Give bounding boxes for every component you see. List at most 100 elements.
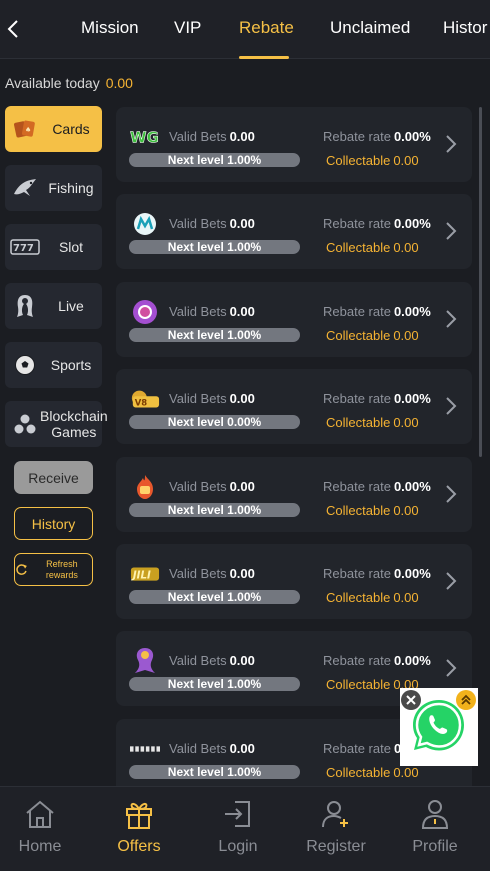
rebate-card[interactable]: Valid Bets 0.00 Next level 1.00% Rebate rat… [116, 194, 472, 269]
sidebar-item-cards[interactable]: ♠ Cards [5, 106, 102, 152]
valid-bets-label: Valid Bets [169, 304, 227, 319]
nav-login[interactable]: Login [189, 787, 287, 871]
close-whatsapp-button[interactable] [401, 690, 421, 710]
receive-button[interactable]: Receive [14, 461, 93, 494]
available-value: 0.00 [105, 75, 133, 91]
next-level-text: Next level 1.00% [167, 503, 262, 517]
rebate-rate-label: Rebate rate [323, 391, 391, 406]
sidebar-item-blockchain[interactable]: Blockchain Games [5, 401, 108, 447]
nav-label: Home [18, 838, 62, 855]
chevron-right-icon[interactable] [444, 220, 458, 242]
valid-bets-value: 0.00 [229, 741, 255, 756]
collectable-label: Collectable [326, 590, 391, 605]
top-tab-bar: Mission VIP Rebate Unclaimed Histor [0, 0, 490, 59]
valid-bets-value: 0.00 [229, 566, 255, 581]
sidebar-item-slot[interactable]: 777 Slot [5, 224, 102, 270]
rebate-rate-value: 0.00% [393, 391, 431, 406]
nav-label: Profile [412, 838, 458, 855]
valid-bets-label: Valid Bets [169, 566, 227, 581]
tab-unclaimed[interactable]: Unclaimed [330, 18, 410, 38]
collectable-label: Collectable [326, 328, 391, 343]
rebate-card[interactable]: WG Valid Bets 0.00 Next level 1.00% Rebate r… [116, 107, 472, 182]
rebate-card[interactable]: JILI Valid Bets 0.00 Next level 1.00% Rebate… [116, 544, 472, 619]
v8-logo-icon: V8 [130, 386, 160, 412]
rebate-rate-value: 0.00% [393, 653, 431, 668]
scrollbar[interactable] [479, 107, 482, 457]
chevron-right-icon[interactable] [444, 483, 458, 505]
chevron-right-icon[interactable] [444, 395, 458, 417]
chevron-right-icon[interactable] [444, 570, 458, 592]
jili-logo-icon: JILI [130, 561, 160, 587]
rebate-rate: Rebate rate0.00% [323, 566, 431, 581]
available-label: Available today [5, 75, 100, 91]
active-tab-indicator [239, 56, 289, 59]
tab-mission[interactable]: Mission [81, 18, 139, 38]
rebate-rate-value: 0.00% [393, 304, 431, 319]
collectable-label: Collectable [326, 503, 391, 518]
rebate-rate: Rebate rate0.00% [323, 391, 431, 406]
home-icon [23, 797, 57, 831]
blockchain-icon [10, 409, 40, 439]
collectable: Collectable 0.00 [323, 328, 419, 343]
next-level-progress: Next level 1.00% [129, 328, 300, 342]
nav-label: Register [306, 838, 366, 855]
next-level-progress: Next level 1.00% [129, 765, 300, 779]
nav-register[interactable]: Register [287, 787, 385, 871]
rebate-rate-label: Rebate rate [323, 566, 391, 581]
chevron-right-icon[interactable] [444, 657, 458, 679]
scroll-top-button[interactable] [456, 690, 476, 710]
collectable-value: 0.00 [393, 240, 419, 255]
valid-bets: Valid Bets 0.00 [169, 479, 255, 494]
collectable-label: Collectable [326, 765, 391, 780]
rebate-rate: Rebate rate0.00% [323, 129, 431, 144]
tab-rebate[interactable]: Rebate [239, 18, 294, 38]
rebate-rate-label: Rebate rate [323, 216, 391, 231]
fire-logo-icon [130, 474, 160, 500]
sidebar-item-sports[interactable]: Sports [5, 342, 102, 388]
sidebar-item-label: Blockchain Games [40, 408, 108, 440]
back-button[interactable] [4, 14, 22, 44]
valid-bets: Valid Bets 0.00 [169, 653, 255, 668]
valid-bets-label: Valid Bets [169, 741, 227, 756]
chevron-right-icon[interactable] [444, 308, 458, 330]
history-button[interactable]: History [14, 507, 93, 540]
sidebar-item-label: Cards [52, 121, 90, 137]
valid-bets: Valid Bets 0.00 [169, 129, 255, 144]
next-level-text: Next level 1.00% [167, 153, 262, 167]
rebate-card[interactable]: Valid Bets 0.00 Next level 1.00% Rebate rat… [116, 457, 472, 532]
close-icon [406, 695, 416, 705]
collectable: Collectable 0.00 [323, 153, 419, 168]
valid-bets-value: 0.00 [229, 479, 255, 494]
cards-icon: ♠ [10, 114, 40, 144]
rebate-card[interactable]: Valid Bets 0.00 Next level 1.00% Rebate rat… [116, 282, 472, 357]
rebate-rate-label: Rebate rate [323, 129, 391, 144]
next-level-progress: Next level 1.00% [129, 240, 300, 254]
rebate-rate-value: 0.00% [393, 479, 431, 494]
collectable-value: 0.00 [393, 415, 419, 430]
collectable: Collectable 0.00 [323, 415, 419, 430]
svg-text:WG: WG [130, 128, 159, 146]
sidebar-item-live[interactable]: Live [5, 283, 102, 329]
rebate-rate: Rebate rate0.00% [323, 479, 431, 494]
next-level-progress: Next level 1.00% [129, 503, 300, 517]
nav-profile[interactable]: Profile [386, 787, 484, 871]
next-level-progress: Next level 1.00% [129, 590, 300, 604]
svg-text:V8: V8 [135, 398, 148, 408]
nav-home[interactable]: Home [0, 787, 89, 871]
tab-vip[interactable]: VIP [174, 18, 201, 38]
next-level-text: Next level 1.00% [167, 328, 262, 342]
rebate-card[interactable]: V8 Valid Bets 0.00 Next level 0.00% Rebate r… [116, 369, 472, 444]
chevron-right-icon[interactable] [444, 133, 458, 155]
valid-bets-label: Valid Bets [169, 216, 227, 231]
valid-bets-label: Valid Bets [169, 391, 227, 406]
sidebar-item-fishing[interactable]: Fishing [5, 165, 102, 211]
sidebar-item-label: Slot [58, 239, 84, 255]
collectable-value: 0.00 [393, 328, 419, 343]
dots-logo-icon [130, 736, 160, 762]
available-today: Available today 0.00 [5, 75, 133, 91]
collectable-label: Collectable [326, 415, 391, 430]
rebate-rate-label: Rebate rate [323, 741, 391, 756]
nav-offers[interactable]: Offers [90, 787, 188, 871]
tab-history[interactable]: Histor [443, 18, 487, 38]
refresh-rewards-button[interactable]: Refresh rewards [14, 553, 93, 586]
